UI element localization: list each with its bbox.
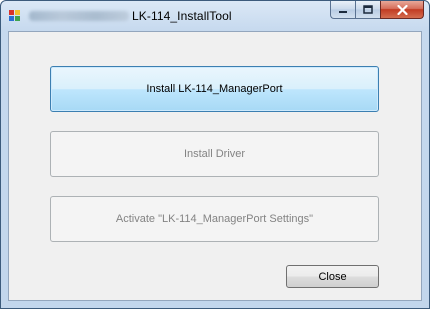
minimize-button[interactable] xyxy=(330,1,355,19)
caption-buttons xyxy=(330,1,424,20)
maximize-button[interactable] xyxy=(355,1,380,19)
maximize-icon xyxy=(363,5,373,14)
install-driver-button[interactable]: Install Driver xyxy=(50,131,379,177)
title-bar[interactable]: LK-114_InstallTool xyxy=(1,1,429,31)
activate-settings-button[interactable]: Activate "LK-114_ManagerPort Settings" xyxy=(50,196,379,242)
blurred-title-prefix xyxy=(29,11,129,21)
minimize-icon xyxy=(339,10,347,13)
dialog-client-area: Install LK-114_ManagerPort Install Drive… xyxy=(8,31,422,301)
window-title: LK-114_InstallTool xyxy=(132,9,232,23)
app-window: LK-114_InstallTool Install LK-114_Manage… xyxy=(0,0,430,309)
app-icon xyxy=(9,10,21,22)
close-button[interactable]: Close xyxy=(286,265,379,288)
install-manager-port-button[interactable]: Install LK-114_ManagerPort xyxy=(50,66,379,112)
close-window-button[interactable] xyxy=(380,1,424,19)
close-icon xyxy=(396,4,408,15)
